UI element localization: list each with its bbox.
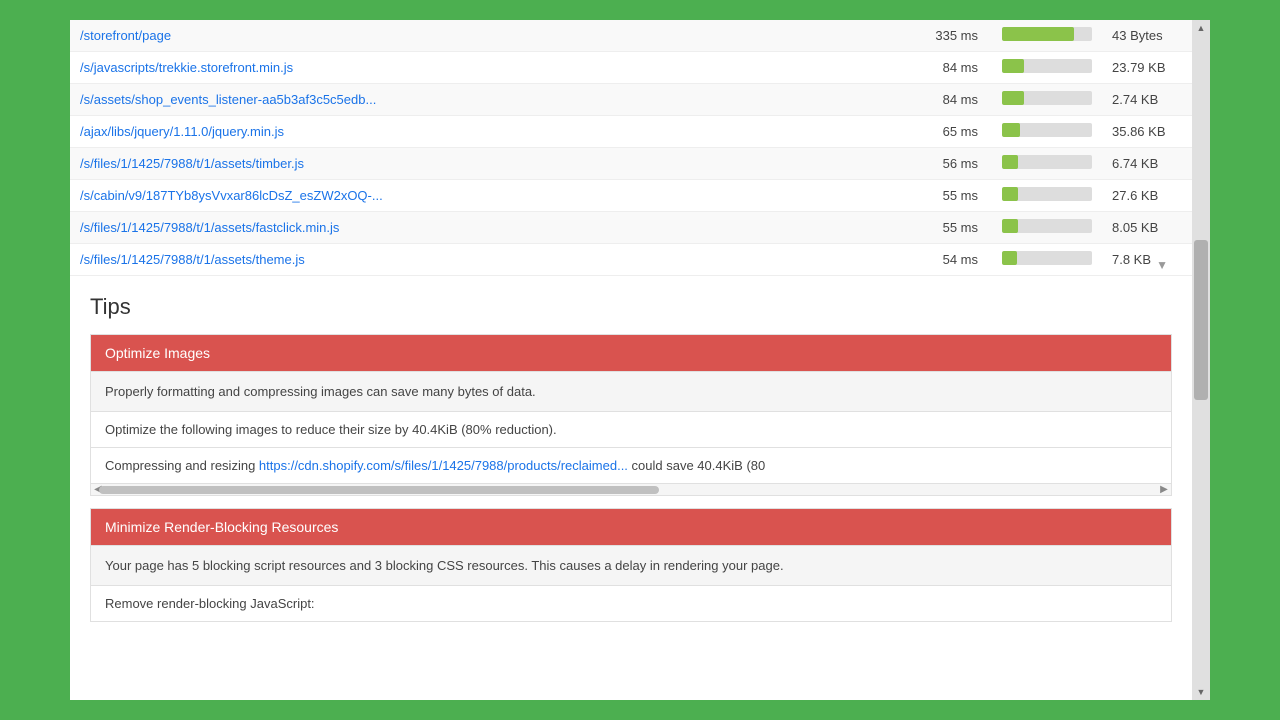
resource-row: /s/javascripts/trekkie.storefront.min.js… bbox=[70, 52, 1192, 84]
resource-time: 65 ms bbox=[922, 116, 992, 148]
resource-size: 27.6 KB bbox=[1102, 180, 1192, 212]
tip-optimize-images: Optimize Images Properly formatting and … bbox=[90, 334, 1172, 496]
tip-minimize-render-description: Your page has 5 blocking script resource… bbox=[91, 545, 1171, 585]
tips-section: Tips Optimize Images Properly formatting… bbox=[70, 276, 1192, 622]
resource-table-wrapper: /storefront/page335 ms 43 Bytes/s/javascr… bbox=[70, 20, 1192, 276]
resource-size: 35.86 KB bbox=[1102, 116, 1192, 148]
resource-bar bbox=[992, 148, 1102, 180]
resource-time: 54 ms bbox=[922, 244, 992, 276]
resource-url[interactable]: /s/javascripts/trekkie.storefront.min.js bbox=[70, 52, 922, 84]
resource-time: 84 ms bbox=[922, 84, 992, 116]
resource-row: /s/files/1/1425/7988/t/1/assets/theme.js… bbox=[70, 244, 1192, 276]
resource-url[interactable]: /ajax/libs/jquery/1.11.0/jquery.min.js bbox=[70, 116, 922, 148]
tip-compress-prefix: Compressing and resizing bbox=[105, 458, 259, 473]
resource-time: 335 ms bbox=[922, 20, 992, 52]
resource-url[interactable]: /storefront/page bbox=[70, 20, 922, 52]
tip-optimize-images-header: Optimize Images bbox=[91, 335, 1171, 371]
resource-url[interactable]: /s/files/1/1425/7988/t/1/assets/fastclic… bbox=[70, 212, 922, 244]
tip-optimize-images-detail1: Optimize the following images to reduce … bbox=[91, 411, 1171, 447]
resource-bar bbox=[992, 20, 1102, 52]
resource-size: 7.8 KB bbox=[1102, 244, 1192, 276]
tip-minimize-render: Minimize Render-Blocking Resources Your … bbox=[90, 508, 1172, 622]
resource-url[interactable]: /s/assets/shop_events_listener-aa5b3af3c… bbox=[70, 84, 922, 116]
resource-bar bbox=[992, 84, 1102, 116]
scroll-down-arrow[interactable]: ▼ bbox=[1192, 684, 1210, 700]
resource-row: /storefront/page335 ms 43 Bytes bbox=[70, 20, 1192, 52]
tip-compress-suffix: could save 40.4KiB (80 bbox=[628, 458, 765, 473]
resource-url[interactable]: /s/files/1/1425/7988/t/1/assets/timber.j… bbox=[70, 148, 922, 180]
tip-optimize-images-description: Properly formatting and compressing imag… bbox=[91, 371, 1171, 411]
resource-url[interactable]: /s/cabin/v9/187TYb8ysVvxar86lcDsZ_esZW2x… bbox=[70, 180, 922, 212]
resource-bar bbox=[992, 212, 1102, 244]
tip-optimize-images-detail2: Compressing and resizing https://cdn.sho… bbox=[91, 447, 1171, 483]
resource-table: /storefront/page335 ms 43 Bytes/s/javascr… bbox=[70, 20, 1192, 276]
resource-bar bbox=[992, 244, 1102, 276]
resource-time: 56 ms bbox=[922, 148, 992, 180]
right-scrollbar-thumb[interactable] bbox=[1194, 240, 1208, 400]
resource-row: /s/files/1/1425/7988/t/1/assets/fastclic… bbox=[70, 212, 1192, 244]
tip-minimize-render-detail: Remove render-blocking JavaScript: bbox=[91, 585, 1171, 621]
scroll-right-arrow[interactable]: ▶ bbox=[1157, 484, 1171, 495]
resource-time: 84 ms bbox=[922, 52, 992, 84]
tip-optimize-detail-prefix: Optimize the following images to reduce … bbox=[105, 422, 557, 437]
resource-size: 8.05 KB bbox=[1102, 212, 1192, 244]
resource-row: /s/assets/shop_events_listener-aa5b3af3c… bbox=[70, 84, 1192, 116]
resource-size: 43 Bytes bbox=[1102, 20, 1192, 52]
resource-bar bbox=[992, 52, 1102, 84]
resource-size: 2.74 KB bbox=[1102, 84, 1192, 116]
resource-bar bbox=[992, 180, 1102, 212]
resource-time: 55 ms bbox=[922, 180, 992, 212]
resource-row: /ajax/libs/jquery/1.11.0/jquery.min.js65… bbox=[70, 116, 1192, 148]
tip-minimize-render-header: Minimize Render-Blocking Resources bbox=[91, 509, 1171, 545]
scroll-up-arrow[interactable]: ▲ bbox=[1192, 20, 1210, 36]
resource-time: 55 ms bbox=[922, 212, 992, 244]
resource-row: /s/files/1/1425/7988/t/1/assets/timber.j… bbox=[70, 148, 1192, 180]
resource-bar bbox=[992, 116, 1102, 148]
resource-url[interactable]: /s/files/1/1425/7988/t/1/assets/theme.js bbox=[70, 244, 922, 276]
resource-size: 23.79 KB bbox=[1102, 52, 1192, 84]
right-scrollbar[interactable]: ▲ ▼ bbox=[1192, 20, 1210, 700]
resource-size: 6.74 KB bbox=[1102, 148, 1192, 180]
tips-title: Tips bbox=[90, 294, 1172, 320]
tip-compress-link[interactable]: https://cdn.shopify.com/s/files/1/1425/7… bbox=[259, 458, 628, 473]
resource-row: /s/cabin/v9/187TYb8ysVvxar86lcDsZ_esZW2x… bbox=[70, 180, 1192, 212]
horizontal-scrollbar[interactable]: ◀ ▶ bbox=[91, 483, 1171, 495]
scroll-down-indicator: ▼ bbox=[1156, 258, 1168, 272]
horizontal-scroll-thumb[interactable] bbox=[99, 486, 659, 494]
